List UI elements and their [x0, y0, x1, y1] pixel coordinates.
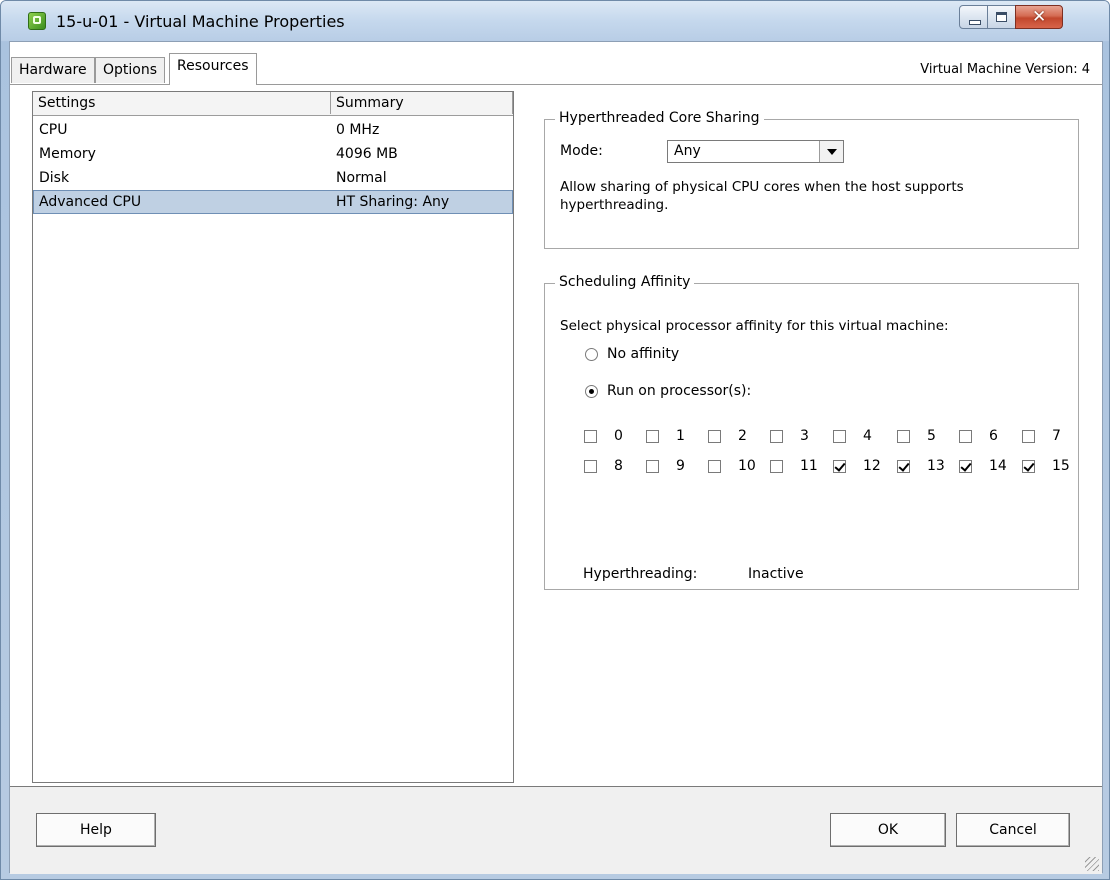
processor-15-checkbox[interactable]	[1022, 460, 1035, 473]
processor-12-checkbox[interactable]	[833, 460, 846, 473]
processor-1-label: 1	[676, 428, 685, 444]
column-header-summary[interactable]: Summary	[331, 92, 513, 114]
processor-8-checkbox[interactable]	[584, 460, 597, 473]
processor-6-checkbox[interactable]	[959, 430, 972, 443]
no-affinity-label[interactable]: No affinity	[607, 346, 679, 362]
processor-13-label: 13	[927, 458, 945, 474]
processor-11-label: 11	[800, 458, 818, 474]
scheduling-affinity-legend: Scheduling Affinity	[555, 274, 695, 290]
maximize-icon	[996, 12, 1007, 22]
dialog-client-area: Hardware Options Resources Virtual Machi…	[9, 41, 1103, 874]
processor-8-label: 8	[614, 458, 623, 474]
run-on-processors-radio[interactable]	[585, 385, 598, 398]
processor-10-label: 10	[738, 458, 756, 474]
resize-grip-icon[interactable]	[1085, 857, 1099, 871]
processor-3-label: 3	[800, 428, 809, 444]
vsphere-vm-icon	[28, 12, 46, 30]
row-summary: Normal	[336, 170, 387, 186]
ht-sharing-legend: Hyperthreaded Core Sharing	[555, 110, 764, 126]
vm-properties-window: 15-u-01 - Virtual Machine Properties ✕ H…	[0, 0, 1110, 880]
column-header-settings[interactable]: Settings	[33, 92, 331, 114]
minimize-button[interactable]	[959, 5, 988, 29]
list-row-advanced-cpu[interactable]: Advanced CPU HT Sharing: Any	[33, 190, 513, 214]
processor-2-checkbox[interactable]	[708, 430, 721, 443]
no-affinity-radio[interactable]	[585, 348, 598, 361]
processor-0-label: 0	[614, 428, 623, 444]
row-setting: Memory	[39, 146, 96, 162]
affinity-prompt: Select physical processor affinity for t…	[560, 318, 949, 334]
processor-4-checkbox[interactable]	[833, 430, 846, 443]
processor-4-label: 4	[863, 428, 872, 444]
processor-1-checkbox[interactable]	[646, 430, 659, 443]
processor-5-checkbox[interactable]	[897, 430, 910, 443]
close-icon: ✕	[1032, 7, 1047, 27]
processor-12-label: 12	[863, 458, 881, 474]
mode-dropdown[interactable]: Any	[667, 140, 844, 163]
row-summary: HT Sharing: Any	[336, 194, 450, 210]
tab-hardware[interactable]: Hardware	[11, 57, 95, 83]
processor-11-checkbox[interactable]	[770, 460, 783, 473]
mode-label: Mode:	[560, 143, 603, 159]
list-row-disk[interactable]: Disk Normal	[34, 167, 512, 189]
hyperthreading-status: Inactive	[748, 566, 804, 582]
processor-3-checkbox[interactable]	[770, 430, 783, 443]
processor-9-label: 9	[676, 458, 685, 474]
cancel-button[interactable]: Cancel	[956, 813, 1070, 847]
ht-sharing-description: Allow sharing of physical CPU cores when…	[560, 179, 964, 213]
run-on-processors-label[interactable]: Run on processor(s):	[607, 383, 751, 399]
hyperthreading-label: Hyperthreading:	[583, 566, 698, 582]
processor-0-checkbox[interactable]	[584, 430, 597, 443]
processor-15-label: 15	[1052, 458, 1070, 474]
settings-list[interactable]: Settings Summary CPU 0 MHz Memory 4096 M…	[32, 91, 514, 783]
chevron-down-icon	[827, 149, 837, 155]
list-row-memory[interactable]: Memory 4096 MB	[34, 143, 512, 165]
ht-sharing-group: Hyperthreaded Core Sharing Mode: Any All…	[544, 110, 1079, 249]
processor-9-checkbox[interactable]	[646, 460, 659, 473]
row-setting: Disk	[39, 170, 70, 186]
row-summary: 4096 MB	[336, 146, 398, 162]
list-row-cpu[interactable]: CPU 0 MHz	[34, 119, 512, 141]
maximize-button[interactable]	[987, 5, 1016, 29]
list-header: Settings Summary	[33, 92, 513, 116]
tab-options[interactable]: Options	[95, 57, 166, 83]
vm-version-label: Virtual Machine Version: 4	[920, 62, 1090, 77]
minimize-icon	[969, 20, 981, 25]
row-setting: Advanced CPU	[39, 194, 142, 210]
processor-6-label: 6	[989, 428, 998, 444]
processor-14-checkbox[interactable]	[959, 460, 972, 473]
row-summary: 0 MHz	[336, 122, 380, 138]
scheduling-affinity-group: Scheduling Affinity Select physical proc…	[544, 274, 1079, 590]
processor-2-label: 2	[738, 428, 747, 444]
row-setting: CPU	[39, 122, 68, 138]
help-button[interactable]: Help	[36, 813, 156, 847]
processor-7-checkbox[interactable]	[1022, 430, 1035, 443]
title-bar[interactable]: 15-u-01 - Virtual Machine Properties ✕	[1, 1, 1109, 41]
tab-strip: Hardware Options Resources Virtual Machi…	[10, 42, 1102, 85]
processor-14-label: 14	[989, 458, 1007, 474]
processor-13-checkbox[interactable]	[897, 460, 910, 473]
processor-10-checkbox[interactable]	[708, 460, 721, 473]
mode-value: Any	[674, 143, 701, 159]
window-title: 15-u-01 - Virtual Machine Properties	[56, 12, 345, 31]
close-button[interactable]: ✕	[1015, 5, 1063, 29]
dropdown-button[interactable]	[819, 141, 843, 162]
processor-5-label: 5	[927, 428, 936, 444]
button-bar: Help OK Cancel	[10, 787, 1102, 874]
ok-button[interactable]: OK	[830, 813, 946, 847]
tab-resources[interactable]: Resources	[169, 53, 257, 85]
processor-7-label: 7	[1052, 428, 1061, 444]
